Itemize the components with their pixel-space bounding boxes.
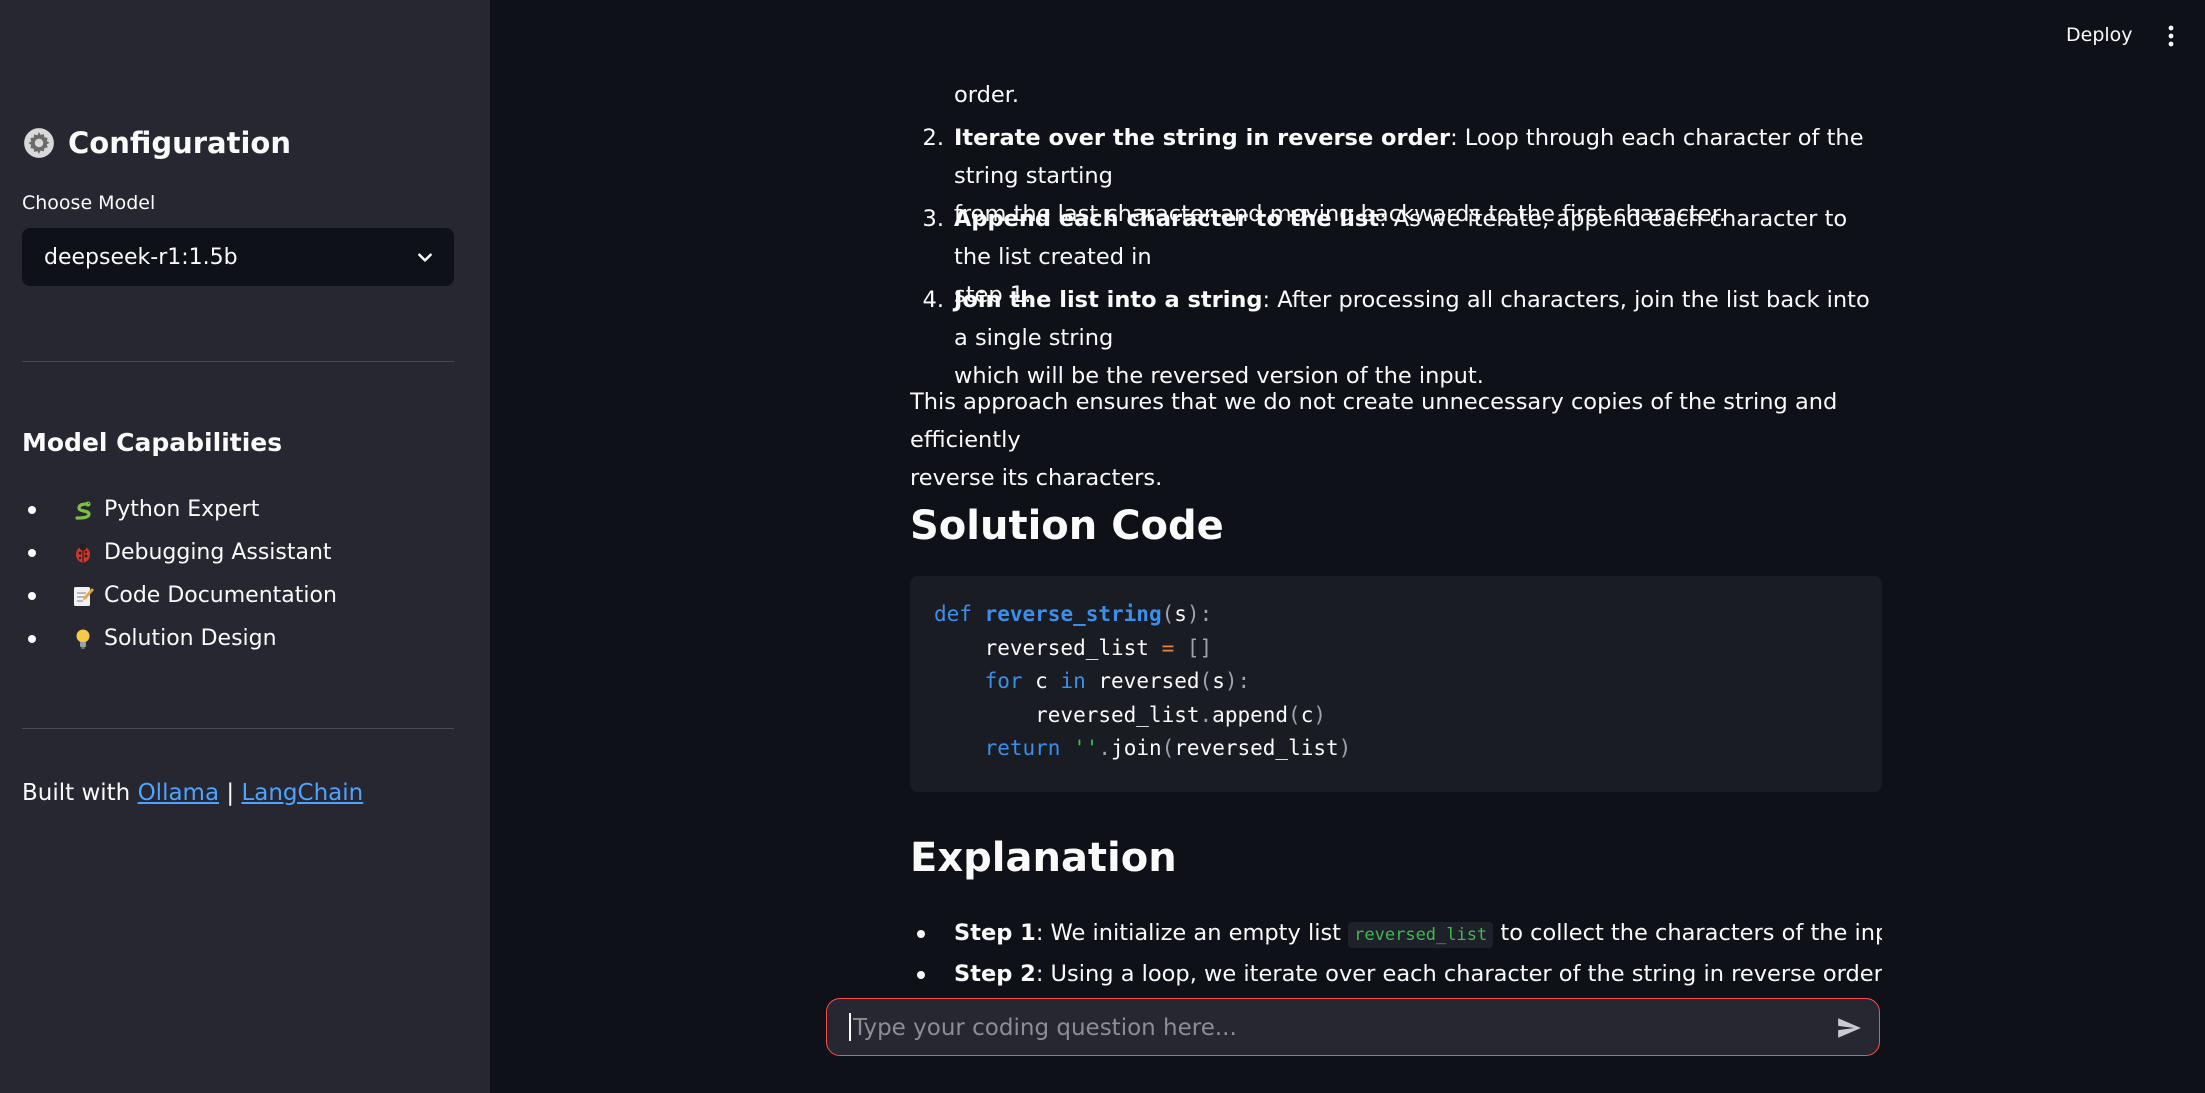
bullet (917, 930, 925, 938)
step-number: 4. (922, 287, 944, 313)
bullet (28, 634, 36, 643)
chat-message-content: order. 2. Iterate over the string in rev… (910, 0, 1882, 1000)
step-number: 2. (922, 125, 944, 151)
solution-heading: Solution Code (910, 503, 1224, 549)
sidebar-divider (22, 361, 454, 362)
step-title: Iterate over the string in reverse order (954, 125, 1451, 151)
list-item: Debugging Assistant (22, 531, 337, 574)
langchain-link[interactable]: LangChain (241, 780, 363, 806)
sidebar-title-text: Configuration (68, 126, 291, 160)
list-item: Solution Design (22, 617, 337, 660)
snake-icon (70, 497, 96, 523)
paragraph: This approach ensures that we do not cre… (910, 383, 1882, 497)
item-text: : Using a loop, we iterate over each cha… (1035, 961, 1882, 987)
capabilities-title: Model Capabilities (22, 428, 283, 457)
bullet (28, 505, 36, 514)
capability-label: Code Documentation (104, 583, 337, 608)
item-title: Step 2 (954, 961, 1036, 987)
bug-icon (70, 540, 96, 566)
model-select[interactable]: deepseek-r1:1.5b (22, 228, 454, 286)
item-text: to collect the characters of the input s… (1500, 920, 1882, 946)
bullet (28, 548, 36, 557)
model-select-value: deepseek-r1:1.5b (44, 244, 238, 270)
bullet (28, 591, 36, 600)
deploy-button[interactable]: Deploy (2066, 24, 2133, 46)
list-item: Code Documentation (22, 574, 337, 617)
sidebar-divider (22, 728, 454, 729)
built-with-prefix: Built with (22, 780, 131, 806)
code-content: def reverse_string(s): reversed_list = [… (934, 602, 1352, 760)
chat-input[interactable] (851, 999, 1815, 1056)
partial-line: order. (954, 82, 1020, 108)
bullet (917, 971, 925, 979)
lightbulb-icon (70, 626, 96, 652)
chevron-down-icon (418, 253, 432, 262)
inline-code: reversed_list (1348, 922, 1494, 948)
gear-icon (24, 128, 54, 158)
item-title: Step 1 (954, 920, 1036, 946)
capability-label: Solution Design (104, 626, 277, 651)
list-item: Python Expert (22, 488, 337, 531)
memo-icon (70, 583, 96, 609)
paragraph-line: reverse its characters. (910, 465, 1163, 491)
explanation-heading: Explanation (910, 835, 1177, 881)
step-title: Join the list into a string (954, 287, 1263, 313)
sidebar-title: Configuration (22, 126, 291, 160)
code-block[interactable]: def reverse_string(s): reversed_list = [… (910, 576, 1882, 792)
ollama-link[interactable]: Ollama (138, 780, 219, 806)
item-text: : We initialize an empty list (1035, 920, 1349, 946)
paragraph-line: This approach ensures that we do not cre… (910, 389, 1838, 453)
capabilities-list: Python Expert Debugging Assistant Code D… (22, 488, 337, 660)
choose-model-label: Choose Model (22, 192, 156, 214)
capability-label: Debugging Assistant (104, 540, 332, 565)
capability-label: Python Expert (104, 497, 260, 522)
sidebar: Configuration Choose Model deepseek-r1:1… (0, 0, 490, 1093)
link-separator: | (226, 780, 235, 806)
step-title: Append each character to the list (954, 206, 1380, 232)
more-menu-icon[interactable] (2164, 24, 2178, 48)
step-number: 3. (922, 206, 944, 232)
chat-input-container[interactable] (826, 998, 1880, 1056)
built-with: Built with Ollama | LangChain (22, 780, 363, 806)
send-icon[interactable] (1835, 1015, 1863, 1041)
